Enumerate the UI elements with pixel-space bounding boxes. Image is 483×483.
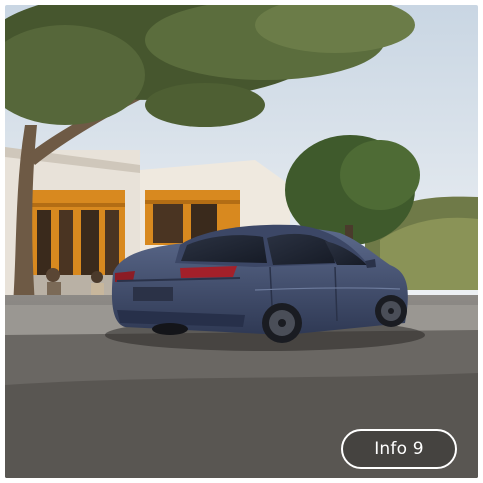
- hero-card: Info 9: [5, 5, 478, 478]
- car-photo: [5, 5, 478, 478]
- info-button[interactable]: Info 9: [341, 429, 457, 469]
